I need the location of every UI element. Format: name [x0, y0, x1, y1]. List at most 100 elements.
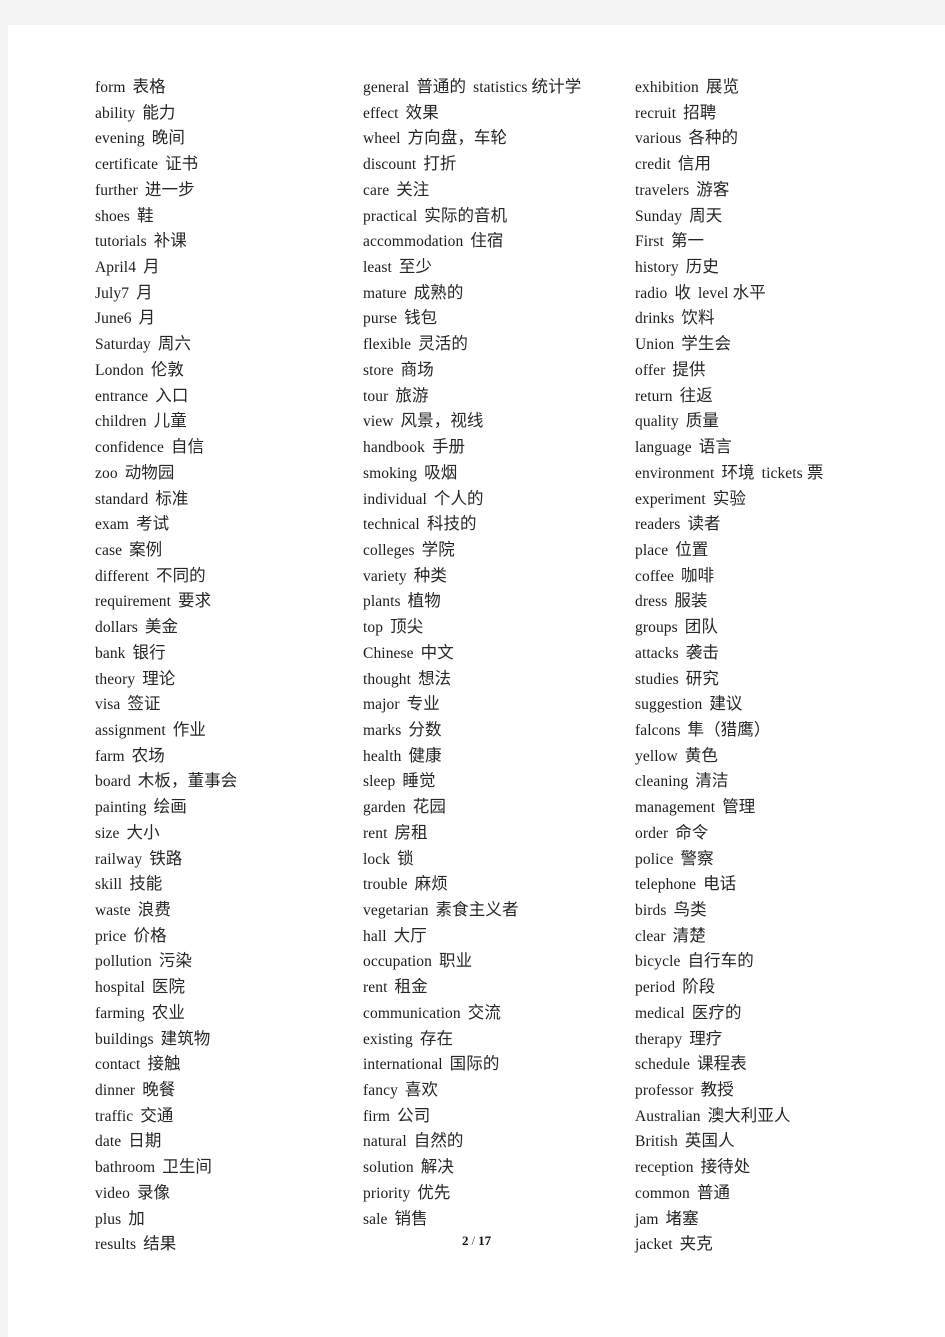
entry-english: hall	[363, 927, 387, 945]
entry-chinese: 自信	[171, 437, 205, 457]
vocabulary-entry: international 国际的	[363, 1052, 635, 1078]
entry-chinese: 中文	[420, 642, 454, 662]
entry-chinese: 木板，董事会	[137, 771, 238, 791]
vocabulary-entry: colleges 学院	[363, 538, 635, 564]
vocabulary-entry: history 历史	[635, 255, 925, 281]
entry-chinese: 清楚	[672, 925, 706, 945]
entry-english: vegetarian	[363, 902, 429, 919]
vocabulary-entry: drinks 饮料	[635, 306, 925, 332]
entry-chinese: 理论	[142, 668, 176, 688]
vocabulary-entry: readers 读者	[635, 512, 925, 538]
entry-english-secondary: statistics	[473, 79, 528, 96]
entry-english: professor	[635, 1082, 694, 1100]
entry-english: credit	[635, 156, 671, 174]
vocabulary-entry: credit 信用	[635, 152, 925, 178]
entry-chinese: 考试	[135, 514, 170, 534]
vocabulary-entry: handbook 手册	[363, 435, 635, 461]
vocabulary-entry: suggestion 建议	[635, 692, 925, 718]
vocabulary-entry: solution 解决	[363, 1155, 635, 1181]
entry-chinese: 花园	[412, 797, 446, 817]
entry-english: entrance	[95, 387, 149, 405]
entry-chinese: 喜欢	[404, 1080, 439, 1100]
entry-english: birds	[635, 902, 667, 919]
vocabulary-entry: railway 铁路	[95, 847, 363, 873]
entry-chinese: 鞋	[136, 205, 154, 225]
entry-english: flexible	[363, 336, 412, 354]
entry-chinese: 灵活的	[418, 334, 468, 354]
entry-chinese: 周天	[689, 205, 723, 225]
entry-english: individual	[363, 490, 427, 508]
entry-chinese: 案例	[129, 539, 163, 559]
entry-english: suggestion	[635, 696, 703, 714]
vocabulary-column-2: general 普通的 statistics 统计学 effect 效果 wheel 方向盘，…	[363, 75, 635, 1232]
vocabulary-entry: experiment 实验	[635, 487, 925, 513]
entry-chinese: 打折	[423, 154, 457, 174]
vocabulary-entry: general 普通的 statistics 统计学	[363, 75, 635, 101]
entry-english: tour	[363, 387, 389, 405]
entry-chinese: 日期	[128, 1131, 162, 1151]
entry-english: size	[95, 824, 120, 842]
entry-chinese: 价格	[133, 925, 167, 945]
entry-english: various	[635, 130, 682, 148]
entry-chinese: 收	[674, 282, 691, 302]
vocabulary-entry: lock 锁	[363, 847, 635, 873]
vocabulary-entry: contact 接触	[95, 1052, 363, 1078]
entry-english: place	[635, 541, 669, 559]
vocabulary-entry: view 风景，视线	[363, 409, 635, 435]
vocabulary-entry: standard 标准	[95, 487, 363, 513]
entry-english: communication	[363, 1004, 461, 1022]
vocabulary-entry: sale 销售	[363, 1207, 635, 1233]
vocabulary-entry: environment 环境 tickets 票	[635, 461, 925, 487]
entry-chinese: 月	[138, 308, 156, 328]
vocabulary-entry: flexible 灵活的	[363, 332, 635, 358]
entry-chinese: 清洁	[695, 771, 729, 791]
entry-chinese: 招聘	[683, 102, 717, 122]
vocabulary-entry: travelers 游客	[635, 178, 925, 204]
entry-chinese: 展览	[705, 77, 740, 96]
entry-chinese: 学生会	[681, 334, 732, 354]
entry-chinese: 警察	[680, 848, 714, 868]
vocabulary-entry: size 大小	[95, 821, 363, 847]
entry-chinese: 读者	[687, 514, 721, 534]
entry-english: trouble	[363, 876, 408, 894]
vocabulary-entry: individual 个人的	[363, 487, 635, 513]
entry-chinese: 国际的	[449, 1054, 500, 1074]
entry-chinese: 吸烟	[424, 462, 458, 482]
vocabulary-entry: jam 堵塞	[635, 1207, 925, 1233]
entry-english: wheel	[363, 130, 401, 148]
entry-english: effect	[363, 104, 399, 122]
entry-english: confidence	[95, 439, 164, 457]
entry-chinese: 标准	[155, 488, 189, 508]
entry-english: police	[635, 850, 674, 868]
entry-chinese: 商场	[400, 359, 434, 379]
vocabulary-entry: requirement 要求	[95, 589, 363, 615]
vocabulary-entry: medical 医疗的	[635, 1001, 925, 1027]
entry-chinese: 要求	[177, 591, 212, 611]
vocabulary-entry: least 至少	[363, 255, 635, 281]
entry-english: discount	[363, 156, 417, 174]
vocabulary-entry: children 儿童	[95, 409, 363, 435]
vocabulary-entry: rent 租金	[363, 975, 635, 1001]
entry-english: least	[363, 259, 392, 277]
entry-chinese: 医疗的	[691, 1002, 742, 1022]
entry-english: sale	[363, 1210, 388, 1228]
entry-english: clear	[635, 927, 666, 945]
entry-chinese: 美金	[144, 617, 179, 637]
entry-chinese: 风景，视线	[400, 411, 484, 431]
vocabulary-entry: certificate 证书	[95, 152, 363, 178]
entry-english: smoking	[363, 464, 418, 482]
vocabulary-entry: professor 教授	[635, 1078, 925, 1104]
vocabulary-entry: dinner 晚餐	[95, 1078, 363, 1104]
entry-chinese: 职业	[439, 951, 473, 971]
vocabulary-entry: yellow 黄色	[635, 744, 925, 770]
vocabulary-entry: theory 理论	[95, 667, 363, 693]
vocabulary-entry: wheel 方向盘，车轮	[363, 126, 635, 152]
entry-english: medical	[635, 1004, 685, 1022]
entry-english: sleep	[363, 773, 396, 791]
entry-english: attacks	[635, 644, 679, 662]
vocabulary-entry: farming 农业	[95, 1001, 363, 1027]
entry-chinese: 农场	[131, 745, 165, 765]
entry-chinese: 咖啡	[681, 565, 715, 585]
entry-english: practical	[363, 207, 418, 225]
entry-english: solution	[363, 1159, 414, 1177]
